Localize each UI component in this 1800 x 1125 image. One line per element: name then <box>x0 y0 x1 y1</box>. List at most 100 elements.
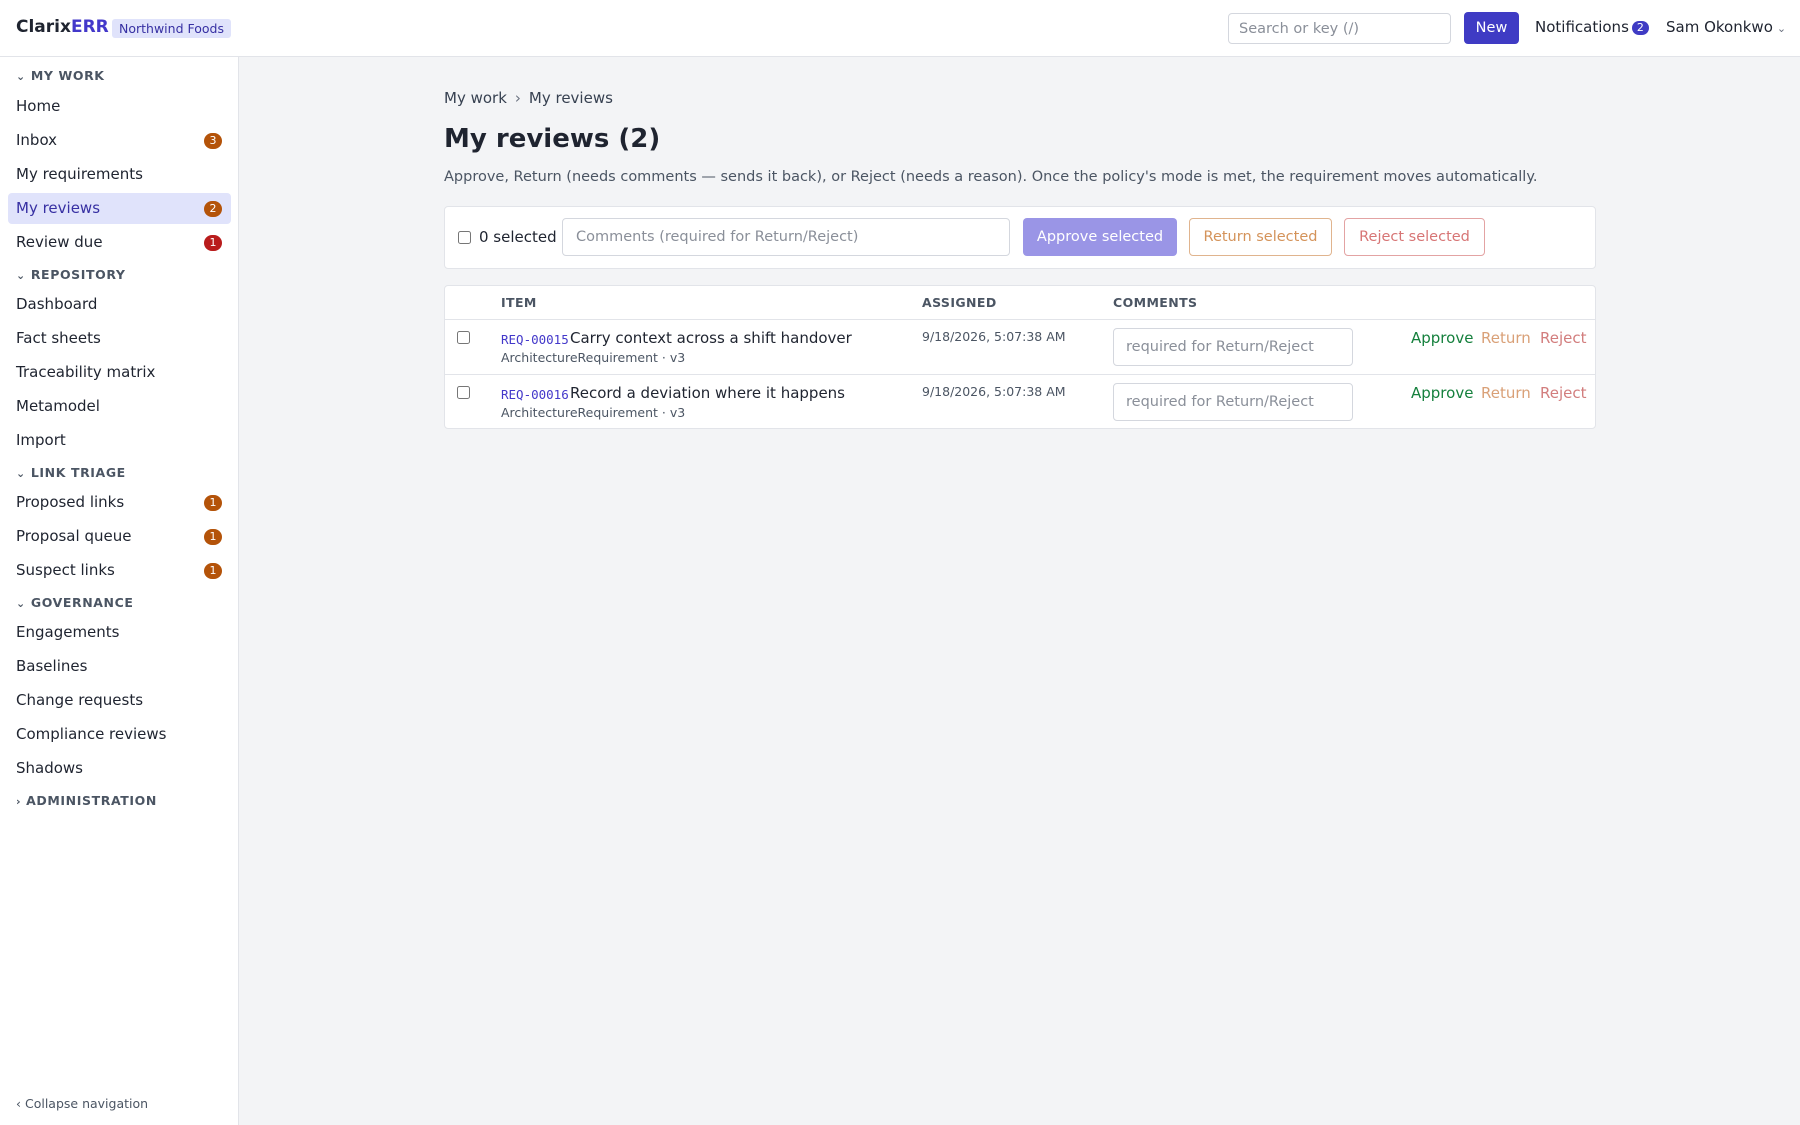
breadcrumb-my-work[interactable]: My work <box>444 89 507 107</box>
requirement-id-link[interactable]: REQ-00016 <box>501 387 569 402</box>
column-header-item: ITEM <box>501 295 537 310</box>
sidebar-item-label: Proposal queue <box>16 527 132 545</box>
count-badge: 2 <box>204 201 222 217</box>
sidebar-item-my-requirements[interactable]: My requirements <box>8 159 231 190</box>
select-all-checkbox[interactable] <box>458 231 471 244</box>
bulk-comments-input[interactable] <box>562 218 1010 256</box>
return-selected-button[interactable]: Return selected <box>1189 218 1332 256</box>
column-header-comments: COMMENTS <box>1113 295 1198 310</box>
app-logo[interactable]: ClarixERR <box>16 17 109 37</box>
return-link[interactable]: Return <box>1481 384 1531 402</box>
table-row: REQ-00015 Carry context across a shift h… <box>445 320 1595 375</box>
collapse-navigation-button[interactable]: ‹ Collapse navigation <box>16 1096 148 1111</box>
requirement-meta: ArchitectureRequirement · v3 <box>501 405 686 420</box>
sidebar-item-label: Dashboard <box>16 295 98 313</box>
chevron-down-icon: ⌄ <box>16 269 26 282</box>
sidebar-item-label: Metamodel <box>16 397 100 415</box>
sidebar-item-home[interactable]: Home <box>8 91 231 122</box>
section-label: ADMINISTRATION <box>26 793 157 808</box>
requirement-meta: ArchitectureRequirement · v3 <box>501 350 686 365</box>
sidebar-item-review-due[interactable]: Review due 1 <box>8 227 231 258</box>
chevron-down-icon: ⌄ <box>16 467 26 480</box>
assigned-timestamp: 9/18/2026, 5:07:38 AM <box>922 329 1066 344</box>
sidebar-item-inbox[interactable]: Inbox 3 <box>8 125 231 156</box>
chevron-down-icon: ⌄ <box>16 70 26 83</box>
requirement-id-link[interactable]: REQ-00015 <box>501 332 569 347</box>
chevron-right-icon: › <box>16 795 22 808</box>
requirement-title-link[interactable]: Carry context across a shift handover <box>570 329 852 347</box>
row-comment-input[interactable] <box>1113 383 1353 421</box>
sidebar-item-label: Traceability matrix <box>16 363 156 381</box>
user-name: Sam Okonkwo <box>1666 18 1773 36</box>
count-badge: 1 <box>204 563 222 579</box>
sidebar-item-proposal-queue[interactable]: Proposal queue 1 <box>8 521 231 552</box>
section-label: GOVERNANCE <box>30 595 134 610</box>
sidebar-item-label: Compliance reviews <box>16 725 167 743</box>
sidebar-item-traceability-matrix[interactable]: Traceability matrix <box>8 357 231 388</box>
reject-link[interactable]: Reject <box>1540 384 1587 402</box>
row-checkbox[interactable] <box>457 386 470 399</box>
return-link[interactable]: Return <box>1481 329 1531 347</box>
sidebar-item-label: Review due <box>16 233 103 251</box>
approve-link[interactable]: Approve <box>1411 329 1473 347</box>
sidebar-item-baselines[interactable]: Baselines <box>8 651 231 682</box>
sidebar: ⌄ MY WORK Home Inbox 3 My requirements My … <box>0 57 239 1125</box>
row-comment-input[interactable] <box>1113 328 1353 366</box>
sidebar-item-label: Fact sheets <box>16 329 101 347</box>
sidebar-item-label: Inbox <box>16 131 58 149</box>
count-badge: 1 <box>204 495 222 511</box>
sidebar-item-proposed-links[interactable]: Proposed links 1 <box>8 487 231 518</box>
sidebar-item-label: Import <box>16 431 66 449</box>
breadcrumb-separator: › <box>514 89 521 107</box>
sidebar-item-my-reviews[interactable]: My reviews 2 <box>8 193 231 224</box>
sidebar-item-label: Change requests <box>16 691 144 709</box>
reject-selected-button[interactable]: Reject selected <box>1344 218 1485 256</box>
help-text: Approve, Return (needs comments — sends … <box>444 169 1538 185</box>
sidebar-item-import[interactable]: Import <box>8 425 231 456</box>
requirement-title-link[interactable]: Record a deviation where it happens <box>570 384 845 402</box>
sidebar-item-fact-sheets[interactable]: Fact sheets <box>8 323 231 354</box>
sidebar-item-metamodel[interactable]: Metamodel <box>8 391 231 422</box>
count-badge: 1 <box>204 529 222 545</box>
top-bar: ClarixERR Northwind Foods New Notificati… <box>0 0 1800 57</box>
sidebar-item-label: Home <box>16 97 61 115</box>
user-menu[interactable]: Sam Okonkwo ⌄ <box>1666 18 1786 36</box>
sidebar-item-suspect-links[interactable]: Suspect links 1 <box>8 555 231 586</box>
sidebar-item-engagements[interactable]: Engagements <box>8 617 231 648</box>
count-badge: 1 <box>204 235 222 251</box>
selected-count: 0 selected <box>479 228 557 246</box>
notifications-button[interactable]: Notifications 2 <box>1535 18 1649 36</box>
section-label: MY WORK <box>30 68 105 83</box>
row-checkbox[interactable] <box>457 331 470 344</box>
sidebar-item-compliance-reviews[interactable]: Compliance reviews <box>8 719 231 750</box>
breadcrumb: My work › My reviews <box>444 89 613 107</box>
column-header-assigned: ASSIGNED <box>922 295 997 310</box>
chevron-down-icon: ⌄ <box>1776 22 1787 35</box>
notifications-count-badge: 2 <box>1631 21 1649 35</box>
section-repository[interactable]: ⌄ REPOSITORY <box>16 267 126 282</box>
sidebar-item-label: My requirements <box>16 165 143 183</box>
sidebar-item-shadows[interactable]: Shadows <box>8 753 231 784</box>
reject-link[interactable]: Reject <box>1540 329 1587 347</box>
page-title: My reviews (2) <box>444 124 661 154</box>
sidebar-item-label: Proposed links <box>16 493 125 511</box>
approve-link[interactable]: Approve <box>1411 384 1473 402</box>
section-link-triage[interactable]: ⌄ LINK TRIAGE <box>16 465 126 480</box>
section-my-work[interactable]: ⌄ MY WORK <box>16 68 105 83</box>
sidebar-item-label: Suspect links <box>16 561 115 579</box>
sidebar-item-label: My reviews <box>16 199 101 217</box>
approve-selected-button[interactable]: Approve selected <box>1023 218 1177 256</box>
section-administration[interactable]: › ADMINISTRATION <box>16 793 157 808</box>
sidebar-item-change-requests[interactable]: Change requests <box>8 685 231 716</box>
section-governance[interactable]: ⌄ GOVERNANCE <box>16 595 134 610</box>
org-badge[interactable]: Northwind Foods <box>112 19 231 38</box>
reviews-table: ITEM ASSIGNED COMMENTS REQ-00015 Carry c… <box>444 285 1596 429</box>
table-header: ITEM ASSIGNED COMMENTS <box>445 286 1595 320</box>
brand-prefix: Clarix <box>16 17 71 37</box>
sidebar-item-label: Baselines <box>16 657 88 675</box>
search-input[interactable] <box>1228 13 1451 44</box>
new-button[interactable]: New <box>1464 12 1519 44</box>
breadcrumb-my-reviews: My reviews <box>528 89 613 107</box>
sidebar-item-label: Shadows <box>16 759 84 777</box>
sidebar-item-dashboard[interactable]: Dashboard <box>8 289 231 320</box>
